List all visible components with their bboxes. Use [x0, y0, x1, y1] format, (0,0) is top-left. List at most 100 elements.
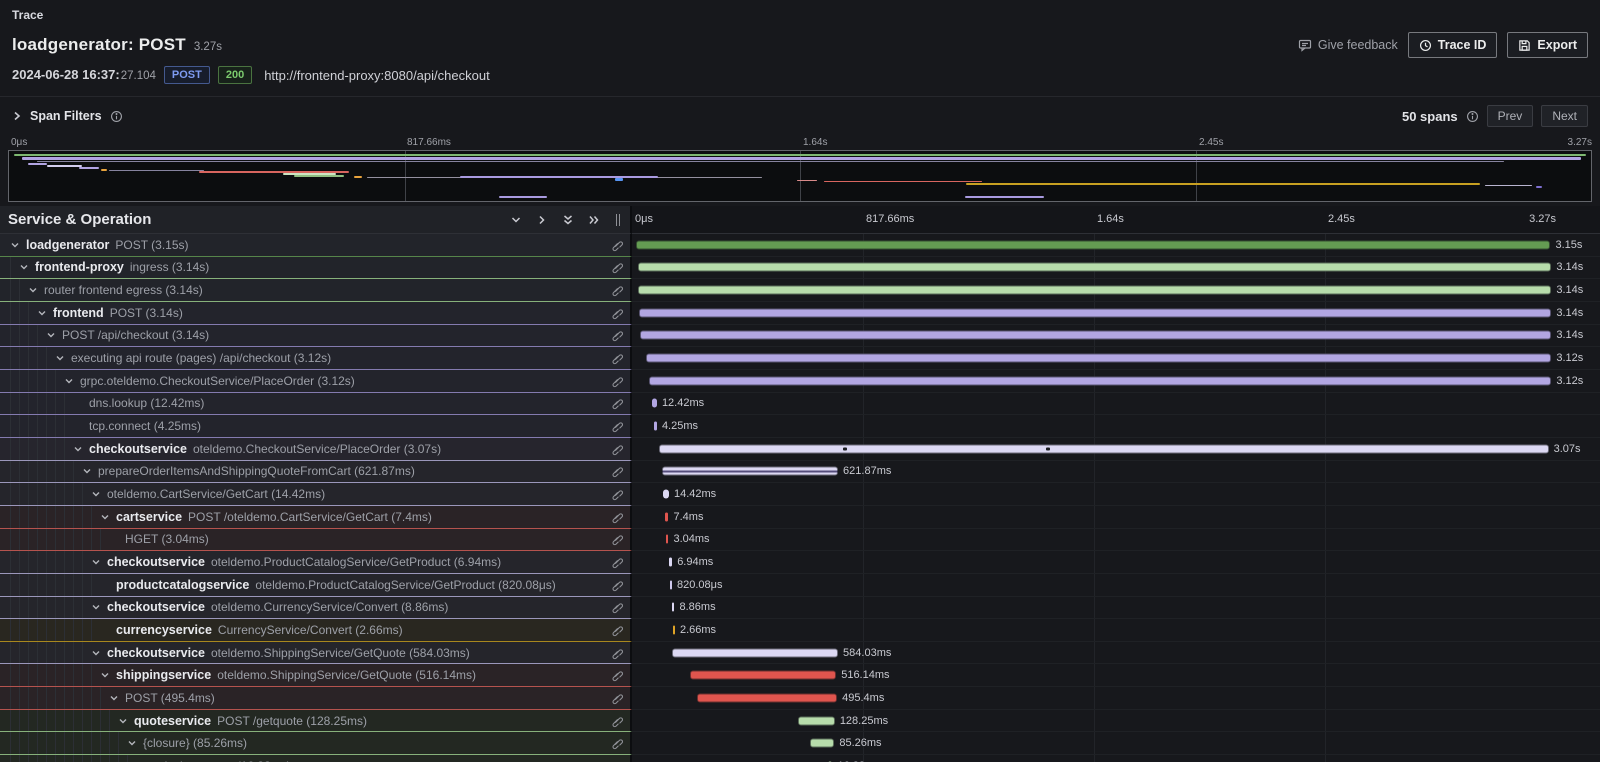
span-link-icon[interactable]: [610, 737, 623, 750]
span-bar[interactable]: [640, 331, 1551, 340]
span-bar[interactable]: [673, 625, 675, 634]
chevron-down-icon[interactable]: [10, 240, 20, 250]
span-link-icon[interactable]: [610, 442, 623, 455]
info-icon[interactable]: [1466, 110, 1479, 123]
span-bar[interactable]: [798, 716, 834, 725]
span-link-icon[interactable]: [610, 284, 623, 297]
chevron-down-icon[interactable]: [100, 670, 110, 680]
span-row[interactable]: productcatalogserviceoteldemo.ProductCat…: [0, 574, 1600, 597]
span-bar[interactable]: [690, 671, 836, 680]
span-link-icon[interactable]: [610, 533, 623, 546]
span-row[interactable]: router frontend egress (3.14s)3.14s: [0, 279, 1600, 302]
chevron-down-icon[interactable]: [118, 716, 128, 726]
chevron-down-icon[interactable]: [55, 353, 65, 363]
span-link-icon[interactable]: [610, 397, 623, 410]
span-link-icon[interactable]: [610, 669, 623, 682]
span-link-icon[interactable]: [610, 556, 623, 569]
span-row[interactable]: checkoutserviceoteldemo.ProductCatalogSe…: [0, 551, 1600, 574]
span-row[interactable]: checkoutserviceoteldemo.ShippingService/…: [0, 642, 1600, 665]
span-link-icon[interactable]: [610, 601, 623, 614]
span-bar[interactable]: [697, 693, 837, 702]
span-bar[interactable]: [672, 648, 838, 657]
span-link-icon[interactable]: [610, 352, 623, 365]
chevron-down-icon[interactable]: [109, 693, 119, 703]
span-link-icon[interactable]: [610, 261, 623, 274]
span-bar[interactable]: [670, 580, 672, 589]
collapse-one-icon[interactable]: [510, 214, 522, 226]
chevron-down-icon[interactable]: [28, 285, 38, 295]
span-row[interactable]: {closure} (85.26ms)85.26ms: [0, 732, 1600, 755]
span-link-icon[interactable]: [610, 374, 623, 387]
chevron-down-icon[interactable]: [91, 557, 101, 567]
span-row[interactable]: prepareOrderItemsAndShippingQuoteFromCar…: [0, 461, 1600, 484]
info-icon[interactable]: [110, 110, 123, 123]
span-bar[interactable]: [810, 739, 834, 748]
next-button[interactable]: Next: [1541, 105, 1588, 127]
chevron-down-icon[interactable]: [19, 262, 29, 272]
span-row[interactable]: loadgeneratorPOST (3.15s)3.15s: [0, 234, 1600, 257]
give-feedback-link[interactable]: Give feedback: [1298, 38, 1398, 52]
chevron-down-icon[interactable]: [37, 308, 47, 318]
span-link-icon[interactable]: [610, 329, 623, 342]
span-row[interactable]: quoteservicePOST /getquote (128.25ms)128…: [0, 710, 1600, 733]
minimap-canvas[interactable]: [8, 150, 1592, 202]
span-bar[interactable]: [672, 603, 675, 612]
chevron-down-icon[interactable]: [64, 376, 74, 386]
chevron-down-icon[interactable]: [100, 512, 110, 522]
span-bar[interactable]: [663, 490, 669, 499]
expand-one-icon[interactable]: [536, 214, 548, 226]
span-bar[interactable]: [639, 308, 1551, 317]
span-bar[interactable]: [638, 286, 1551, 295]
span-row[interactable]: frontend-proxyingress (3.14s)3.14s: [0, 257, 1600, 280]
span-bar[interactable]: [654, 422, 657, 431]
span-row[interactable]: executing api route (pages) /api/checkou…: [0, 347, 1600, 370]
prev-button[interactable]: Prev: [1487, 105, 1534, 127]
span-link-icon[interactable]: [610, 465, 623, 478]
span-row[interactable]: POST (495.4ms)495.4ms: [0, 687, 1600, 710]
span-row[interactable]: currencyserviceCurrencyService/Convert (…: [0, 619, 1600, 642]
span-row[interactable]: oteldemo.CartService/GetCart (14.42ms)14…: [0, 483, 1600, 506]
span-link-icon[interactable]: [610, 306, 623, 319]
span-row[interactable]: checkoutserviceoteldemo.CheckoutService/…: [0, 438, 1600, 461]
expand-all-icon[interactable]: [588, 214, 600, 226]
span-row[interactable]: POST /api/checkout (3.14s)3.14s: [0, 325, 1600, 348]
span-row[interactable]: shippingserviceoteldemo.ShippingService/…: [0, 664, 1600, 687]
span-link-icon[interactable]: [610, 578, 623, 591]
export-button[interactable]: Export: [1507, 32, 1588, 58]
span-bar[interactable]: [652, 399, 657, 408]
span-bar[interactable]: [666, 535, 668, 544]
span-bar[interactable]: [638, 263, 1551, 272]
span-row[interactable]: HGET (3.04ms)3.04ms: [0, 529, 1600, 552]
chevron-down-icon[interactable]: [91, 489, 101, 499]
span-row[interactable]: calculate-quote (16.33ms)16.33ms: [0, 755, 1600, 762]
span-row[interactable]: grpc.oteldemo.CheckoutService/PlaceOrder…: [0, 370, 1600, 393]
chevron-down-icon[interactable]: [91, 648, 101, 658]
span-row[interactable]: tcp.connect (4.25ms)4.25ms: [0, 415, 1600, 438]
span-link-icon[interactable]: [610, 646, 623, 659]
span-link-icon[interactable]: [610, 420, 623, 433]
span-link-icon[interactable]: [610, 510, 623, 523]
span-filters-toggle[interactable]: Span Filters: [12, 109, 123, 123]
collapse-all-icon[interactable]: [562, 214, 574, 226]
span-link-icon[interactable]: [610, 714, 623, 727]
span-bar[interactable]: [659, 444, 1549, 453]
trace-id-button[interactable]: Trace ID: [1408, 32, 1498, 58]
span-row[interactable]: frontendPOST (3.14s)3.14s: [0, 302, 1600, 325]
span-bar[interactable]: [636, 240, 1551, 249]
span-bar[interactable]: [662, 467, 838, 476]
span-bar[interactable]: [646, 354, 1552, 363]
chevron-down-icon[interactable]: [46, 330, 56, 340]
span-link-icon[interactable]: [610, 488, 623, 501]
chevron-down-icon[interactable]: [91, 602, 101, 612]
chevron-down-icon[interactable]: [127, 738, 137, 748]
span-row[interactable]: checkoutserviceoteldemo.CurrencyService/…: [0, 597, 1600, 620]
chevron-down-icon[interactable]: [73, 444, 83, 454]
span-bar[interactable]: [665, 512, 668, 521]
chevron-down-icon[interactable]: [82, 466, 92, 476]
trace-minimap[interactable]: 0μs817.66ms1.64s2.45s3.27s: [0, 135, 1600, 202]
column-resize-handle[interactable]: [614, 214, 622, 226]
span-link-icon[interactable]: [610, 238, 623, 251]
span-bar[interactable]: [669, 558, 672, 567]
span-row[interactable]: cartservicePOST /oteldemo.CartService/Ge…: [0, 506, 1600, 529]
span-row[interactable]: dns.lookup (12.42ms)12.42ms: [0, 393, 1600, 416]
